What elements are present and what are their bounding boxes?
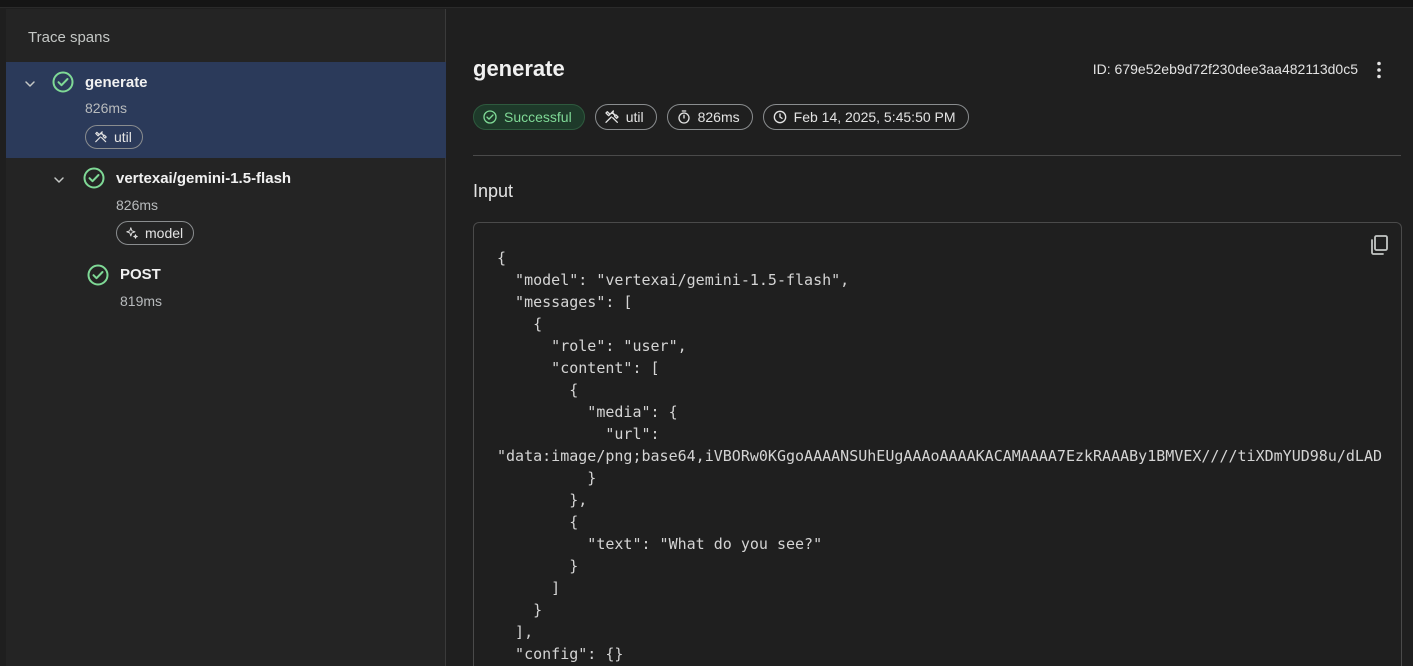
span-id: ID: 679e52eb9d72f230dee3aa482113d0c5 bbox=[1092, 61, 1358, 77]
code-line: } bbox=[533, 601, 543, 619]
duration-badge: 826ms bbox=[666, 104, 753, 130]
clock-icon bbox=[772, 109, 788, 125]
timestamp-badge: Feb 14, 2025, 5:45:50 PM bbox=[762, 104, 969, 130]
span-row-generate[interactable]: generate 826ms util bbox=[6, 62, 446, 158]
code-line: "data:image/png;base64,iVBORw0KGgoAAAANS… bbox=[497, 447, 1383, 465]
chevron-down-icon[interactable] bbox=[51, 172, 67, 188]
tools-icon bbox=[604, 109, 620, 125]
check-circle-icon bbox=[82, 166, 106, 190]
span-name: generate bbox=[85, 74, 148, 91]
more-vert-icon[interactable] bbox=[1367, 58, 1391, 82]
app-frame: Trace spans generate 826ms util vertexai… bbox=[0, 0, 1413, 666]
chevron-down-icon[interactable] bbox=[22, 76, 38, 92]
span-row-model[interactable]: vertexai/gemini-1.5-flash 826ms model bbox=[6, 158, 446, 254]
top-bar bbox=[0, 0, 1413, 8]
code-line: ] bbox=[551, 579, 561, 597]
span-type-chip: model bbox=[116, 221, 195, 245]
code-line: }, bbox=[569, 491, 588, 509]
panel-title: Trace spans bbox=[28, 29, 110, 46]
code-line: "text": "What do you see?" bbox=[587, 535, 823, 553]
span-duration: 819ms bbox=[120, 293, 163, 309]
status-badge: Successful bbox=[473, 104, 585, 130]
chip-label: util bbox=[114, 129, 132, 145]
code-line: "messages": [ bbox=[515, 293, 633, 311]
code-line: "role": "user", bbox=[551, 337, 687, 355]
status-label: Successful bbox=[504, 109, 572, 125]
span-duration: 826ms bbox=[116, 197, 159, 213]
code-line: "url": bbox=[605, 425, 660, 443]
type-badge: util bbox=[594, 104, 657, 130]
span-row-post[interactable]: POST 819ms bbox=[6, 254, 446, 316]
code-line: } bbox=[587, 469, 597, 487]
type-label: util bbox=[625, 109, 644, 125]
input-section-title: Input bbox=[473, 181, 514, 201]
tools-icon bbox=[94, 130, 108, 144]
code-line: ], bbox=[515, 623, 534, 641]
code-line: { bbox=[569, 513, 579, 531]
chip-label: model bbox=[145, 225, 184, 241]
code-line: "content": [ bbox=[551, 359, 660, 377]
span-name: vertexai/gemini-1.5-flash bbox=[116, 170, 292, 187]
timer-icon bbox=[676, 109, 692, 125]
code-line: } bbox=[569, 557, 579, 575]
code-line: { bbox=[497, 249, 507, 267]
check-circle-icon bbox=[51, 70, 75, 94]
code-line: "media": { bbox=[587, 403, 678, 421]
code-line: "config": {} bbox=[497, 645, 624, 663]
sparkle-icon bbox=[125, 226, 139, 240]
check-circle-icon bbox=[482, 109, 498, 125]
trace-spans-panel: Trace spans generate 826ms util vertexai… bbox=[6, 9, 446, 666]
input-json: { "model": "vertexai/gemini-1.5-flash", … bbox=[497, 247, 1382, 665]
duration-label: 826ms bbox=[697, 109, 740, 125]
divider bbox=[473, 155, 1401, 156]
timestamp-label: Feb 14, 2025, 5:45:50 PM bbox=[793, 109, 956, 125]
code-line: { bbox=[533, 315, 543, 333]
code-line: { bbox=[569, 381, 579, 399]
input-code-block[interactable]: { "model": "vertexai/gemini-1.5-flash", … bbox=[473, 222, 1402, 666]
span-detail-panel: generate ID: 679e52eb9d72f230dee3aa48211… bbox=[447, 9, 1413, 666]
span-duration: 826ms bbox=[85, 100, 128, 116]
span-title: generate bbox=[473, 56, 565, 81]
code-line: "model": "vertexai/gemini-1.5-flash", bbox=[515, 271, 850, 289]
span-name: POST bbox=[120, 266, 161, 283]
span-badges: Successful util 826ms Feb 14, 2025, 5:45… bbox=[473, 104, 969, 130]
span-type-chip: util bbox=[85, 125, 143, 149]
check-circle-icon bbox=[86, 263, 110, 287]
